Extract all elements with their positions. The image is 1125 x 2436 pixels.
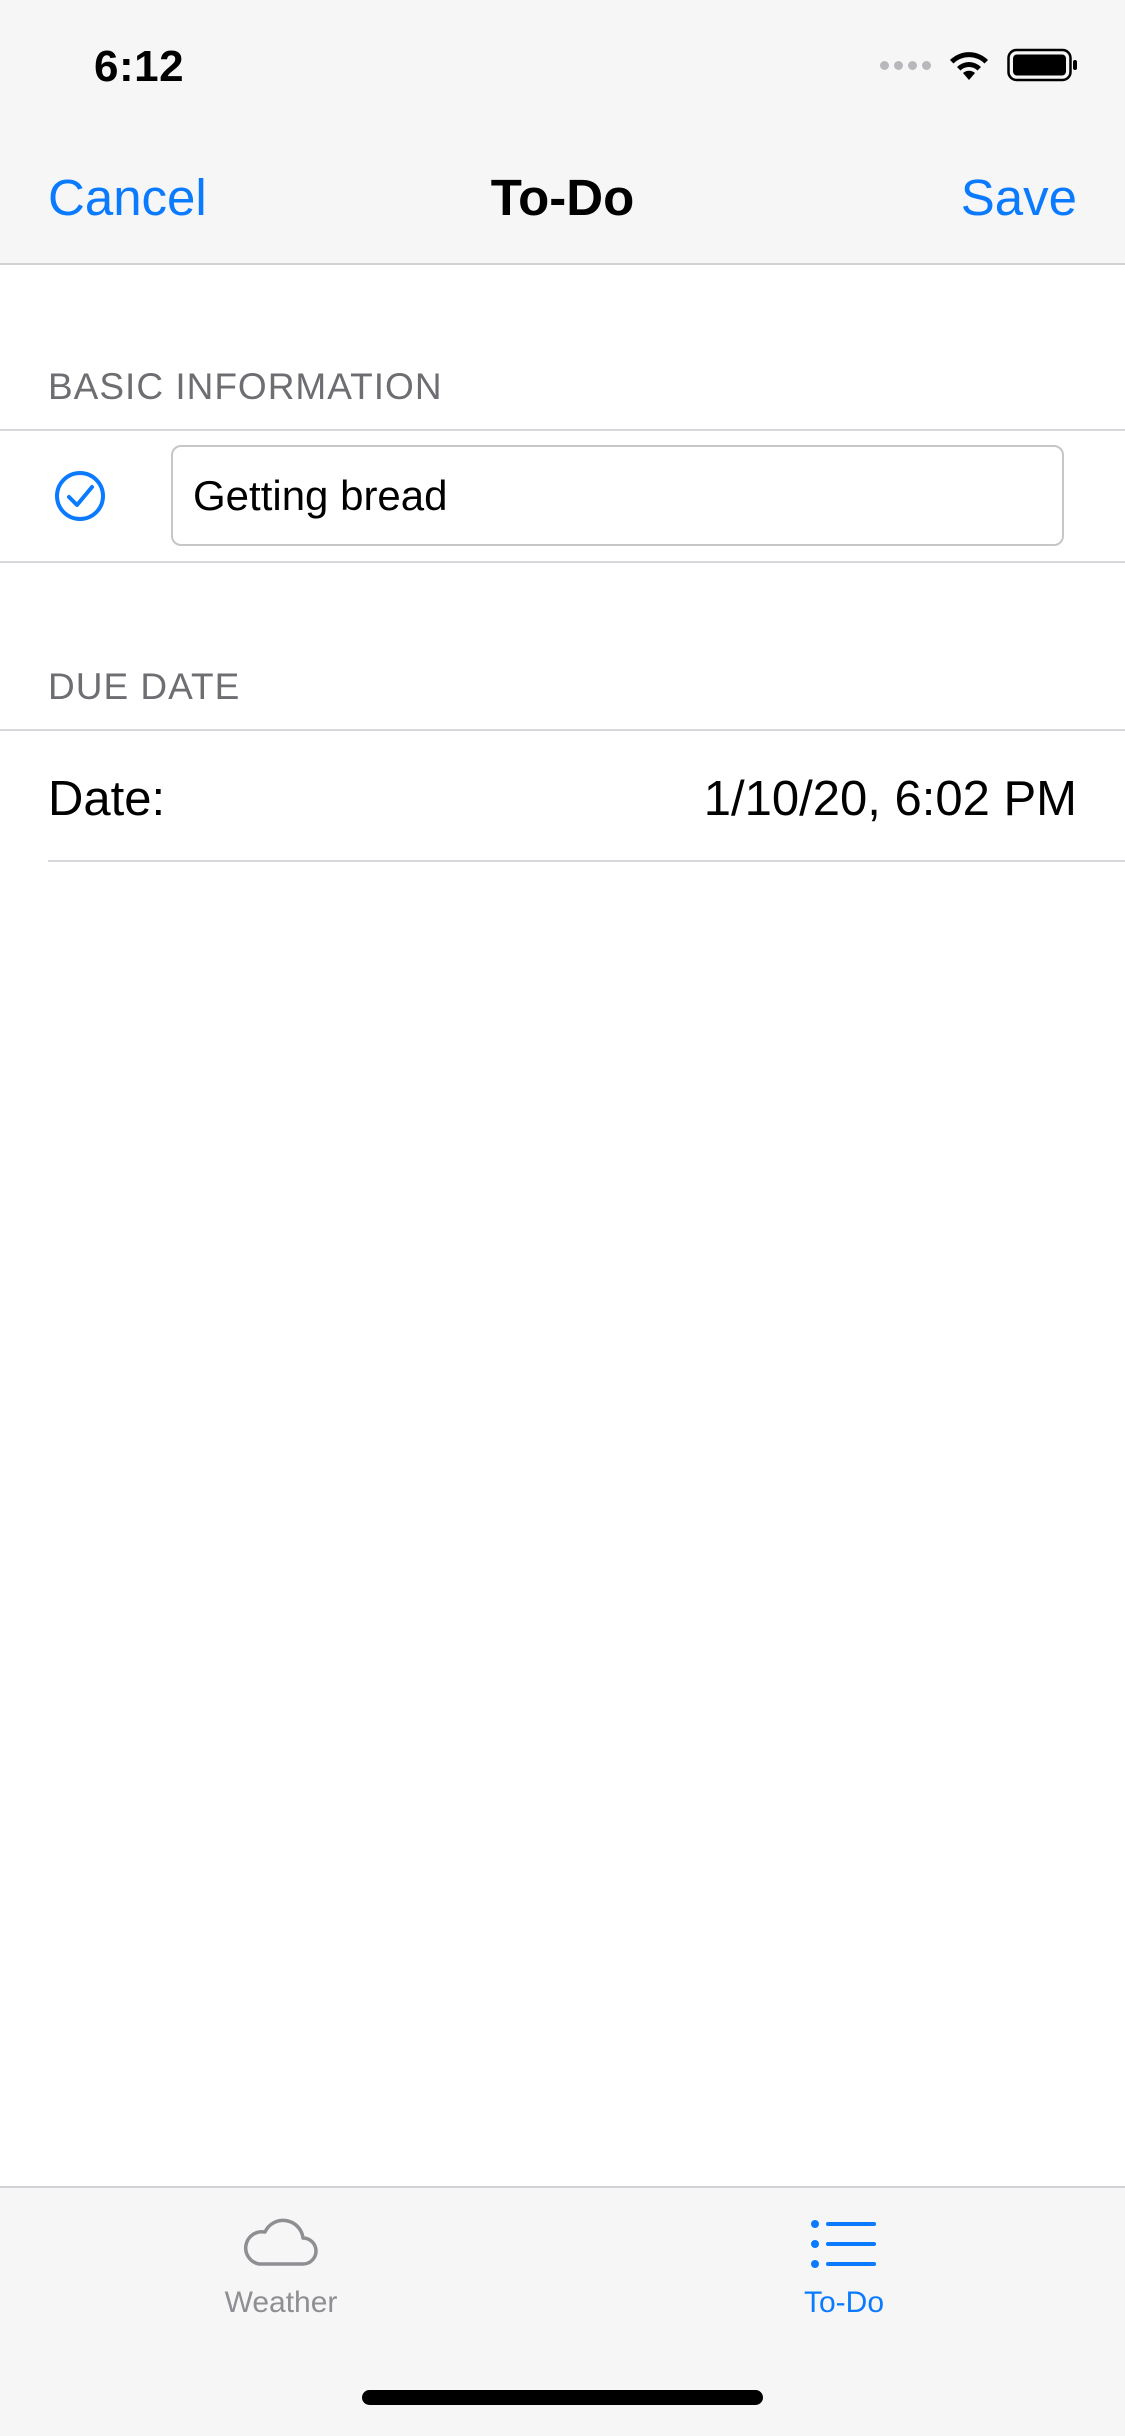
- status-time: 6:12: [94, 42, 185, 91]
- save-button[interactable]: Save: [961, 168, 1077, 227]
- cellular-signal-icon: [880, 60, 931, 70]
- cancel-button[interactable]: Cancel: [48, 168, 207, 227]
- tab-label: Weather: [224, 2286, 338, 2319]
- divider: [48, 860, 1125, 862]
- divider: [0, 729, 1125, 731]
- tab-to-do[interactable]: To-Do: [694, 2214, 994, 2320]
- list-icon: [811, 2220, 876, 2268]
- section-header-due-date: DUE DATE: [48, 666, 241, 707]
- divider: [0, 561, 1125, 563]
- date-value[interactable]: 1/10/20, 6:02 PM: [704, 771, 1077, 827]
- tab-label: To-Do: [803, 2286, 885, 2319]
- todo-edit-screen: 6:12 Cancel To-Do Save BASIC INFORMATION: [0, 0, 1125, 2436]
- checkmark-circle-icon[interactable]: [54, 470, 106, 522]
- status-indicators: [880, 48, 1079, 82]
- todo-title-input[interactable]: [171, 445, 1064, 546]
- tab-weather[interactable]: Weather: [131, 2214, 431, 2320]
- wifi-icon: [950, 52, 988, 80]
- home-indicator[interactable]: [362, 2390, 763, 2405]
- cloud-icon: [243, 2218, 318, 2266]
- battery-icon: [1007, 48, 1077, 82]
- divider: [0, 429, 1125, 431]
- date-label: Date:: [48, 772, 166, 826]
- navigation-bar: 6:12 Cancel To-Do Save: [0, 0, 1125, 265]
- section-header-basic-information: BASIC INFORMATION: [48, 366, 443, 407]
